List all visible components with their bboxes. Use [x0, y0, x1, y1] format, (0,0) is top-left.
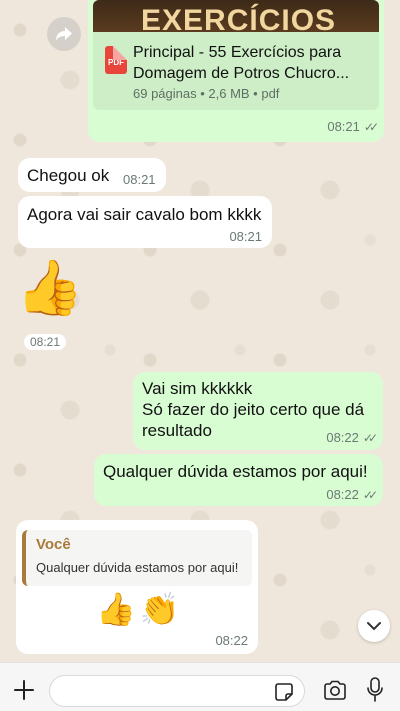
outgoing-message[interactable]: Vai sim kkkkkk Só fazer do jeito certo q… — [133, 372, 383, 450]
incoming-message[interactable]: Chegou ok 08:21 — [18, 158, 166, 192]
read-ticks-icon: ✓✓ — [362, 488, 378, 502]
sticker-icon[interactable] — [274, 682, 294, 702]
chevron-down-icon — [367, 622, 381, 631]
camera-icon[interactable] — [323, 680, 347, 700]
forward-button[interactable] — [47, 17, 81, 51]
scroll-to-bottom-button[interactable] — [358, 610, 390, 642]
plus-icon[interactable] — [13, 679, 35, 701]
emoji-message[interactable]: 👍 08:21 — [16, 256, 86, 352]
read-ticks-icon: ✓✓ — [363, 120, 379, 134]
quoted-author: Você — [36, 536, 71, 553]
document-thumbnail[interactable]: EXERCÍCIOS — [93, 0, 379, 32]
microphone-icon[interactable] — [366, 677, 384, 703]
message-input[interactable] — [49, 675, 305, 707]
message-text: Chegou ok — [27, 166, 110, 185]
document-meta: 69 páginas • 2,6 MB • pdf — [133, 86, 280, 101]
message-time: 08:21 ✓✓ — [327, 119, 379, 134]
thumbs-up-icon: 👍 — [16, 258, 84, 318]
message-text: Agora vai sair cavalo bom kkkk — [27, 205, 262, 224]
message-time: 08:22 ✓✓ — [326, 430, 378, 445]
message-time: 08:22 ✓✓ — [326, 487, 378, 502]
message-time: 08:21 — [24, 334, 67, 350]
thumbnail-text: EXERCÍCIOS — [141, 4, 337, 32]
emoji-reaction-text: 👍👏 — [96, 591, 184, 627]
message-text: Qualquer dúvida estamos por aqui! — [103, 462, 368, 481]
forward-icon — [56, 27, 72, 41]
outgoing-message[interactable]: Qualquer dúvida estamos por aqui! 08:22 ✓… — [94, 454, 383, 506]
quoted-text: Qualquer dúvida estamos por aqui! — [36, 560, 239, 575]
incoming-reply-message[interactable]: Você Qualquer dúvida estamos por aqui! 👍… — [16, 520, 258, 654]
message-time: 08:21 — [229, 229, 262, 244]
message-time: 08:21 — [123, 172, 156, 187]
incoming-message[interactable]: Agora vai sair cavalo bom kkkk 08:21 — [18, 196, 272, 248]
document-title: Principal - 55 Exercícios para Domagem d… — [133, 44, 350, 82]
document-message[interactable]: EXERCÍCIOS PDF Principal - 55 Exercícios… — [88, 0, 384, 142]
pdf-badge-text: PDF — [108, 58, 124, 67]
read-ticks-icon: ✓✓ — [362, 431, 378, 445]
pdf-file-icon: PDF — [105, 46, 127, 74]
quoted-message[interactable]: Você Qualquer dúvida estamos por aqui! — [22, 530, 252, 586]
document-info[interactable]: PDF Principal - 55 Exercícios para Domag… — [93, 32, 379, 110]
message-time: 08:22 — [215, 633, 248, 648]
message-input-bar — [0, 662, 400, 711]
